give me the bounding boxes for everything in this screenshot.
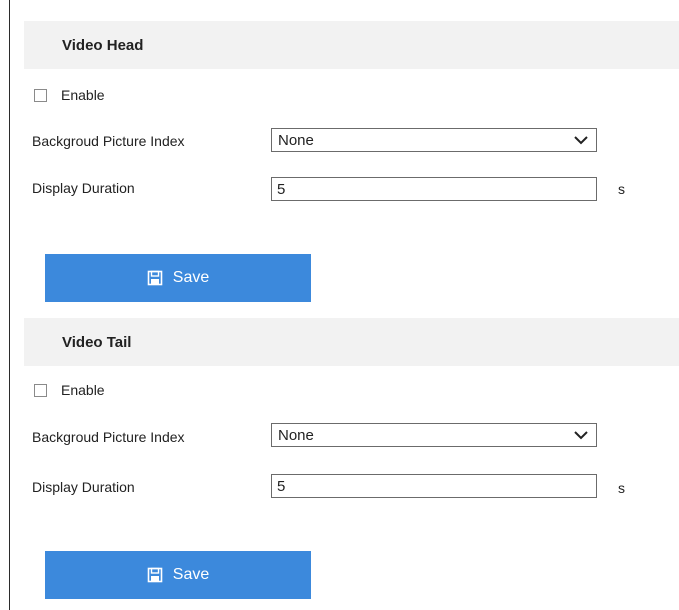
video-tail-save-label: Save — [172, 566, 210, 583]
chevron-down-icon — [574, 136, 588, 145]
video-head-duration-unit: s — [618, 181, 625, 197]
video-head-save-button[interactable]: Save — [45, 254, 311, 302]
video-head-background-value: None — [278, 131, 314, 149]
video-tail-enable-row[interactable]: Enable — [34, 382, 105, 398]
video-tail-title: Video Tail — [62, 333, 132, 351]
video-tail-background-select[interactable]: None — [271, 423, 597, 447]
video-head-duration-label: Display Duration — [32, 180, 135, 196]
settings-panel: Video Head Enable Backgroud Picture Inde… — [9, 0, 679, 610]
video-head-save-label: Save — [172, 269, 210, 286]
video-tail-background-value: None — [278, 426, 314, 444]
video-head-title: Video Head — [62, 36, 144, 54]
video-head-header: Video Head — [24, 21, 679, 69]
chevron-down-icon — [574, 431, 588, 440]
video-tail-duration-input[interactable] — [271, 474, 597, 498]
video-head-enable-row[interactable]: Enable — [34, 87, 105, 103]
video-tail-duration-unit: s — [618, 480, 625, 496]
video-head-background-label: Backgroud Picture Index — [32, 133, 185, 149]
video-tail-duration-label: Display Duration — [32, 479, 135, 495]
video-head-enable-label: Enable — [61, 87, 105, 103]
video-tail-background-label: Backgroud Picture Index — [32, 429, 185, 445]
floppy-disk-icon — [147, 567, 163, 583]
video-tail-save-button[interactable]: Save — [45, 551, 311, 599]
video-tail-enable-checkbox[interactable] — [34, 383, 47, 397]
video-head-enable-checkbox[interactable] — [34, 88, 47, 102]
video-tail-enable-label: Enable — [61, 382, 105, 398]
video-head-duration-input[interactable] — [271, 177, 597, 201]
video-head-background-select[interactable]: None — [271, 128, 597, 152]
floppy-disk-icon — [147, 270, 163, 286]
video-tail-header: Video Tail — [24, 318, 679, 366]
